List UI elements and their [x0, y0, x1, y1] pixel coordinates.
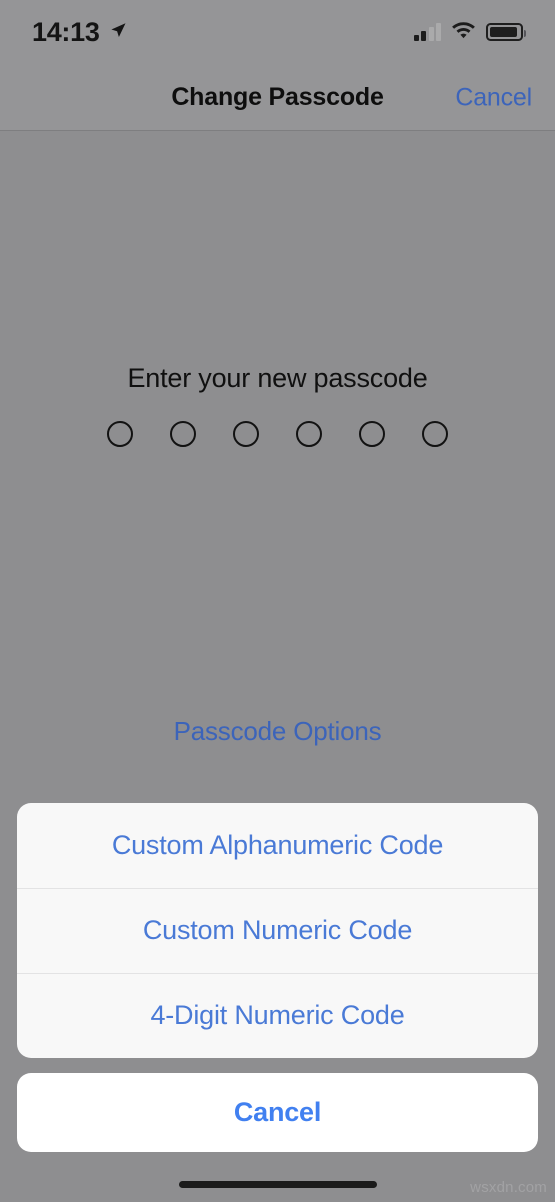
home-indicator[interactable] [178, 1181, 377, 1188]
action-sheet-cancel-button[interactable]: Cancel [17, 1073, 538, 1152]
passcode-dot [170, 421, 196, 447]
status-bar: 14:13 [0, 0, 555, 64]
location-arrow-icon [108, 20, 128, 45]
action-sheet-option-four-digit[interactable]: 4-Digit Numeric Code [17, 973, 538, 1058]
passcode-dot [296, 421, 322, 447]
passcode-prompt: Enter your new passcode [127, 363, 428, 393]
nav-cancel-button[interactable]: Cancel [455, 83, 532, 112]
watermark: wsxdn.com [470, 1179, 547, 1196]
wifi-icon [451, 20, 476, 44]
action-sheet-option-alphanumeric[interactable]: Custom Alphanumeric Code [17, 803, 538, 888]
action-sheet-option-numeric[interactable]: Custom Numeric Code [17, 888, 538, 973]
passcode-options-button[interactable]: Passcode Options [0, 716, 555, 747]
passcode-dot [359, 421, 385, 447]
cellular-signal-icon [413, 23, 441, 41]
passcode-dot [233, 421, 259, 447]
page-title: Change Passcode [171, 83, 384, 111]
passcode-dots [0, 421, 555, 447]
battery-icon [486, 23, 526, 41]
navigation-bar: Change Passcode Cancel [0, 64, 555, 131]
passcode-dot [107, 421, 133, 447]
action-sheet-cancel-label: Cancel [233, 1097, 322, 1127]
iphone-screen: 14:13 Change Passcode Cancel Enter your … [0, 0, 555, 1202]
status-bar-right [413, 20, 526, 44]
passcode-dot [422, 421, 448, 447]
action-sheet: Custom Alphanumeric Code Custom Numeric … [17, 803, 538, 1058]
status-bar-clock: 14:13 [32, 16, 100, 47]
status-bar-left: 14:13 [32, 17, 128, 48]
